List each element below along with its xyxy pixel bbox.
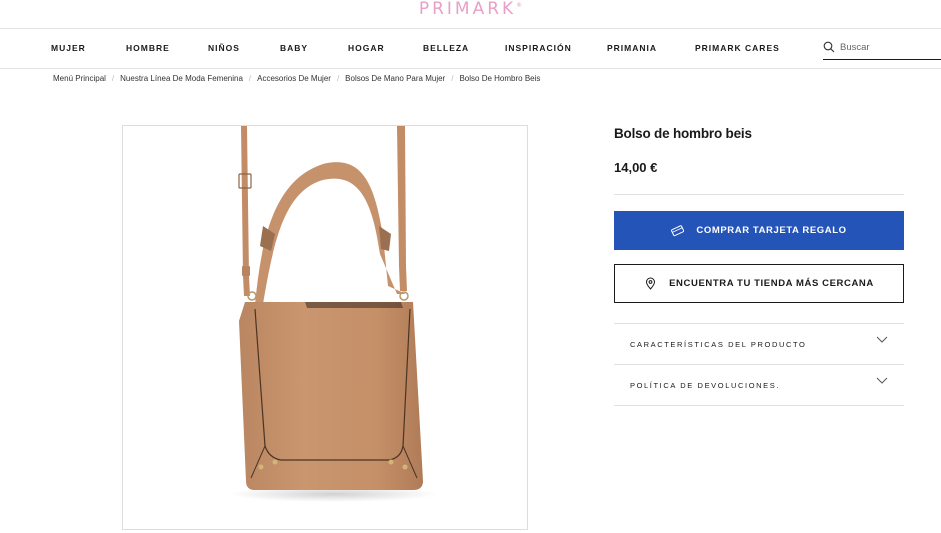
logo-registered-mark: ® xyxy=(516,2,523,9)
search-icon[interactable] xyxy=(823,41,835,53)
product-image[interactable] xyxy=(122,125,528,530)
search-box[interactable] xyxy=(823,37,941,60)
nav-item-ninos[interactable]: NIÑOS xyxy=(208,43,240,53)
divider xyxy=(614,194,904,195)
accordion-product-features[interactable]: CARACTERÍSTICAS DEL PRODUCTO xyxy=(614,324,904,364)
buy-gift-card-button[interactable]: COMPRAR TARJETA REGALO xyxy=(614,211,904,250)
find-store-button[interactable]: ENCUENTRA TU TIENDA MÁS CERCANA xyxy=(614,264,904,303)
nav-item-belleza[interactable]: BELLEZA xyxy=(423,43,469,53)
buy-gift-card-label: COMPRAR TARJETA REGALO xyxy=(696,225,847,236)
nav-item-primania[interactable]: PRIMANIA xyxy=(607,43,657,53)
breadcrumb-separator: / xyxy=(451,74,454,83)
nav-item-mujer[interactable]: MUJER xyxy=(51,43,86,53)
main-nav: MUJER HOMBRE NIÑOS BABY HOGAR BELLEZA IN… xyxy=(0,28,941,69)
breadcrumb-item[interactable]: Menú Principal xyxy=(53,74,106,83)
primark-logo[interactable]: PRIMARK® xyxy=(0,0,941,19)
breadcrumb-separator: / xyxy=(248,74,252,83)
logo-bar: PRIMARK® xyxy=(0,0,941,28)
nav-item-baby[interactable]: BABY xyxy=(280,43,308,53)
product-price: 14,00 € xyxy=(614,160,658,175)
nav-item-hombre[interactable]: HOMBRE xyxy=(126,43,170,53)
breadcrumb-item[interactable]: Accesorios De Mujer xyxy=(257,74,331,83)
accordion-return-policy[interactable]: POLÍTICA DE DEVOLUCIONES. xyxy=(614,365,904,405)
breadcrumb-separator: / xyxy=(111,74,115,83)
breadcrumb: Menú Principal / Nuestra Línea De Moda Fem… xyxy=(53,74,540,83)
gift-card-icon xyxy=(671,225,685,237)
breadcrumb-item[interactable]: Bolsos De Mano Para Mujer xyxy=(345,74,445,83)
bag-illustration xyxy=(228,126,438,502)
accordion-label: POLÍTICA DE DEVOLUCIONES. xyxy=(630,381,781,390)
find-store-label: ENCUENTRA TU TIENDA MÁS CERCANA xyxy=(669,278,874,289)
product-title: Bolso de hombro beis xyxy=(614,126,752,141)
accordion-label: CARACTERÍSTICAS DEL PRODUCTO xyxy=(630,340,807,349)
breadcrumb-item[interactable]: Nuestra Línea De Moda Femenina xyxy=(120,74,243,83)
logo-text: PRIMARK xyxy=(418,0,517,19)
search-input[interactable] xyxy=(840,39,938,55)
nav-item-hogar[interactable]: HOGAR xyxy=(348,43,385,53)
breadcrumb-separator: / xyxy=(336,74,340,83)
nav-item-primark-cares[interactable]: PRIMARK CARES xyxy=(695,43,780,53)
chevron-down-icon xyxy=(876,336,888,343)
nav-item-inspiracion[interactable]: INSPIRACIÓN xyxy=(505,43,572,53)
location-pin-icon xyxy=(646,277,656,290)
chevron-down-icon xyxy=(876,377,888,384)
divider xyxy=(614,405,904,406)
breadcrumb-item-current[interactable]: Bolso De Hombro Beis xyxy=(459,74,540,83)
